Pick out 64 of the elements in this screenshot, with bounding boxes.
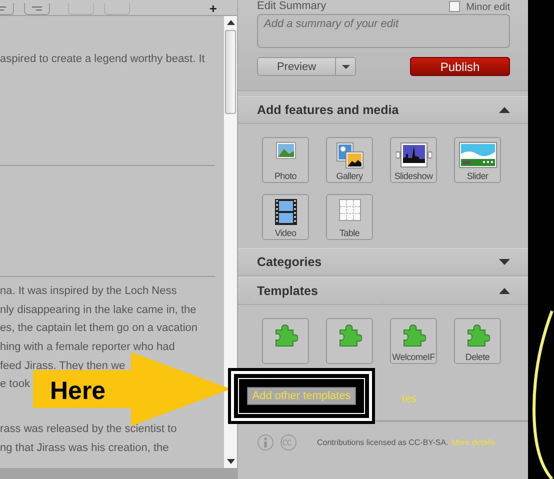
- tile-label: Slideshow: [394, 171, 433, 181]
- tile-label: Table: [339, 228, 360, 238]
- media-tile[interactable]: Gallery: [326, 137, 373, 183]
- table-grid-icon: [338, 199, 360, 221]
- collapse-icon[interactable]: [499, 107, 510, 113]
- article-text-line: e took: [0, 377, 30, 392]
- minor-edit-label: Minor edit: [466, 3, 510, 12]
- slider-picture-icon: [458, 142, 496, 168]
- slideshow-picture-icon: [396, 142, 432, 168]
- landscape-picture-icon: [276, 142, 296, 159]
- tile-label: Video: [274, 228, 296, 238]
- section-title: Add features and media: [257, 103, 399, 117]
- puzzle-piece-icon: [274, 323, 298, 347]
- callout-label: Here: [50, 377, 106, 406]
- add-button[interactable]: +: [209, 2, 217, 15]
- media-tile[interactable]: WelcomeIF: [390, 318, 437, 364]
- attribution-icon: [257, 434, 274, 451]
- section-header[interactable]: Templates: [238, 277, 528, 305]
- scroll-up-icon[interactable]: [226, 20, 234, 25]
- stacked-pictures-icon: [336, 142, 364, 169]
- tile-label: WelcomeIF: [392, 352, 435, 362]
- section-header[interactable]: Categories: [238, 248, 528, 276]
- tile-label: Gallery: [336, 171, 363, 181]
- media-tile[interactable]: Delete: [454, 318, 501, 364]
- edit-summary-field[interactable]: Add a summary of your edit: [257, 14, 510, 48]
- tile-label: Slider: [466, 171, 488, 181]
- article-text-line: feed Jirass. They then we: [0, 358, 126, 374]
- puzzle-piece-icon: [402, 323, 426, 347]
- puzzle-piece-icon: [466, 323, 490, 347]
- scroll-thumb[interactable]: [225, 30, 236, 114]
- article-text-line: aspired to create a legend worthy beast. It: [0, 52, 205, 67]
- align-right-icon[interactable]: [24, 3, 50, 15]
- tile-label: Delete: [465, 352, 490, 362]
- article-text-line: es, the captain let them go on a vacation: [0, 321, 198, 336]
- minor-edit-checkbox[interactable]: [449, 1, 460, 12]
- preview-dropdown-button[interactable]: [336, 58, 355, 75]
- section-title: Categories: [257, 255, 322, 269]
- puzzle-piece-icon: [338, 323, 362, 347]
- edit-summary-label: Edit Summary: [257, 1, 326, 12]
- expand-icon[interactable]: [499, 259, 510, 265]
- collapse-icon[interactable]: [499, 288, 510, 294]
- media-tile[interactable]: Slider: [454, 137, 501, 183]
- article-text-line: na. It was inspired by the Loch Ness: [0, 284, 177, 299]
- media-tile[interactable]: Table: [326, 194, 373, 240]
- license-text: Contributions licensed as CC-BY-SA.: [317, 438, 448, 447]
- media-tile[interactable]: Photo: [262, 137, 309, 183]
- creative-commons-icon: [280, 434, 297, 451]
- section-title: Templates: [257, 284, 318, 298]
- scroll-down-icon[interactable]: [226, 459, 234, 464]
- scrollbar[interactable]: [224, 16, 237, 468]
- caret-icon: [342, 64, 350, 68]
- media-tile[interactable]: Video: [262, 194, 309, 240]
- publish-button[interactable]: Publish: [410, 57, 510, 76]
- media-tile[interactable]: [262, 318, 309, 364]
- media-tile[interactable]: Slideshow: [390, 137, 437, 183]
- article-text-line: nly disappearing in the lake came in, the: [0, 302, 196, 318]
- article-text-line: ng that Jirass was his creation, the: [0, 440, 169, 456]
- film-strip-icon: [274, 199, 296, 225]
- article-text-line: rass was released by the scientist to: [0, 422, 177, 438]
- tile-label: Photo: [274, 171, 297, 181]
- article-text-line: hing with a female reporter who had: [0, 340, 175, 356]
- preview-button[interactable]: Preview: [258, 58, 336, 75]
- media-tile[interactable]: [326, 318, 373, 364]
- section-header[interactable]: Add features and media: [238, 96, 528, 124]
